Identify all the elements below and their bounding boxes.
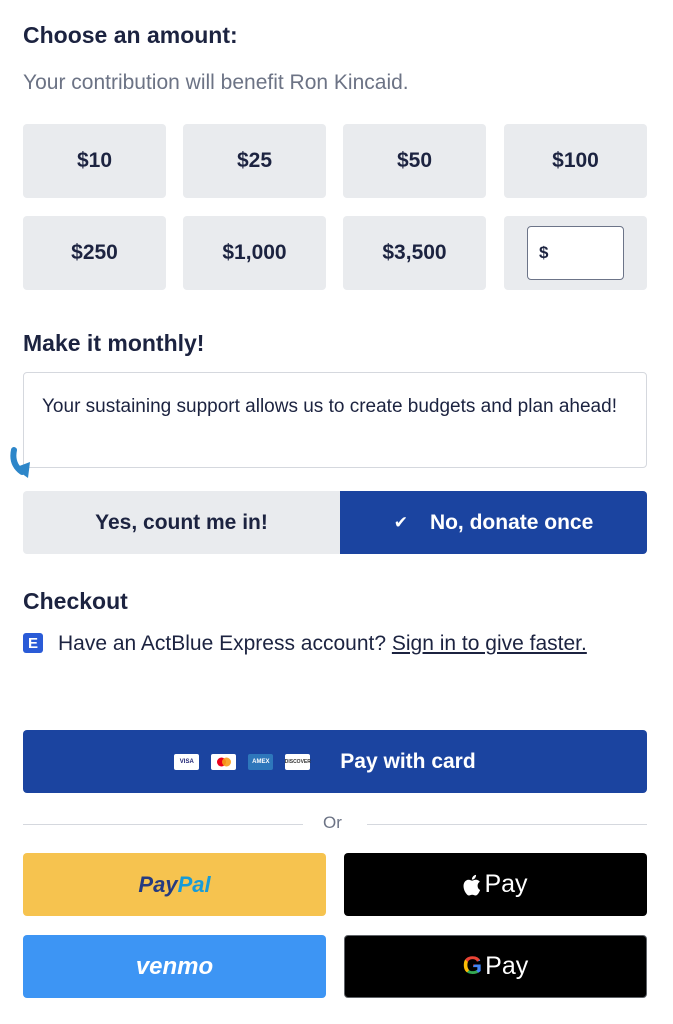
actblue-express-icon: E bbox=[23, 633, 43, 653]
custom-amount-tile: $ bbox=[504, 216, 647, 290]
apple-logo-icon bbox=[463, 874, 481, 896]
amount-option-50[interactable]: $50 bbox=[343, 124, 486, 198]
paypal-logo-part1: Pay bbox=[138, 871, 178, 897]
monthly-info-text: Your sustaining support allows us to cre… bbox=[42, 396, 617, 417]
checkout-title: Checkout bbox=[23, 588, 128, 614]
currency-prefix: $ bbox=[539, 243, 549, 262]
express-signin-link[interactable]: Sign in to give faster. bbox=[392, 632, 587, 655]
amount-option-25[interactable]: $25 bbox=[183, 124, 326, 198]
custom-amount-field[interactable]: $ bbox=[527, 226, 624, 280]
apple-pay-label: Pay bbox=[484, 870, 528, 898]
venmo-button[interactable]: venmo bbox=[23, 935, 326, 998]
venmo-logo: venmo bbox=[135, 952, 214, 980]
arrow-down-icon bbox=[10, 447, 30, 478]
amount-subtitle: Your contribution will benefit Ron Kinca… bbox=[23, 71, 409, 94]
amount-option-3500[interactable]: $3,500 bbox=[343, 216, 486, 290]
checkmark-icon: ✔ bbox=[393, 512, 408, 532]
express-signin-row: E Have an ActBlue Express account? Sign … bbox=[23, 626, 623, 661]
google-pay-label: Pay bbox=[485, 952, 529, 980]
pay-with-card-label: Pay with card bbox=[340, 749, 476, 773]
card-logos: VISA AMEX DISCOVER bbox=[174, 753, 311, 770]
amount-title: Choose an amount: bbox=[23, 22, 238, 48]
custom-amount-input[interactable] bbox=[552, 243, 613, 263]
amount-option-250[interactable]: $250 bbox=[23, 216, 166, 290]
monthly-no-label: No, donate once bbox=[429, 510, 594, 534]
or-divider-text: Or bbox=[323, 813, 342, 832]
amount-option-10[interactable]: $10 bbox=[23, 124, 166, 198]
pay-with-card-button[interactable]: VISA AMEX DISCOVER Pay with card bbox=[23, 730, 647, 793]
mastercard-icon bbox=[211, 753, 237, 770]
monthly-yes-button[interactable]: Yes, count me in! bbox=[23, 491, 340, 554]
paypal-logo-part2: Pal bbox=[177, 871, 211, 897]
monthly-no-button[interactable]: ✔ No, donate once bbox=[340, 491, 647, 554]
visa-icon: VISA bbox=[174, 753, 200, 770]
monthly-yes-label: Yes, count me in! bbox=[95, 510, 268, 534]
amount-option-100[interactable]: $100 bbox=[504, 124, 647, 198]
divider-right bbox=[367, 824, 647, 825]
paypal-button[interactable]: Pay Pal bbox=[23, 853, 326, 916]
express-prompt: Have an ActBlue Express account? bbox=[58, 632, 387, 655]
amex-icon: AMEX bbox=[248, 753, 274, 770]
divider-left bbox=[23, 824, 303, 825]
apple-pay-button[interactable]: Pay bbox=[344, 853, 647, 916]
google-pay-button[interactable]: G Pay bbox=[344, 935, 647, 998]
discover-icon: DISCOVER bbox=[285, 753, 311, 770]
monthly-info-box: Your sustaining support allows us to cre… bbox=[23, 372, 647, 468]
amount-option-1000[interactable]: $1,000 bbox=[183, 216, 326, 290]
monthly-title: Make it monthly! bbox=[23, 330, 205, 356]
google-g-icon: G bbox=[462, 952, 483, 980]
